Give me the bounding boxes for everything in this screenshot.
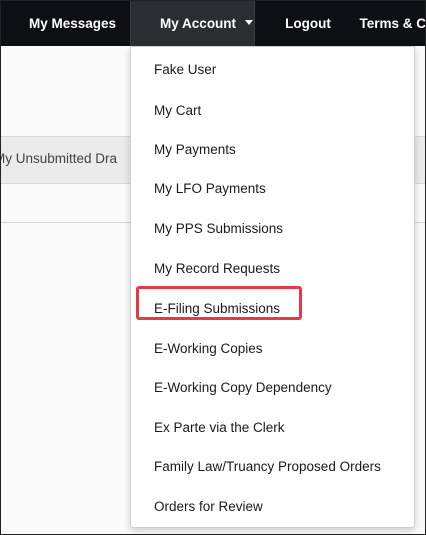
nav-terms[interactable]: Terms & C — [359, 0, 426, 46]
menu-item-my-cart[interactable]: My Cart — [154, 99, 201, 123]
menu-item-ex-parte-via-clerk[interactable]: Ex Parte via the Clerk — [154, 416, 285, 440]
caret-down-icon — [245, 19, 254, 25]
nav-my-messages[interactable]: My Messages — [0, 0, 130, 46]
top-navbar: My Messages My Account Logout Terms & C — [0, 0, 426, 46]
menu-item-e-working-copies[interactable]: E-Working Copies — [154, 337, 263, 361]
menu-item-family-law-truancy[interactable]: Family Law/Truancy Proposed Orders — [154, 455, 381, 479]
menu-item-my-lfo-payments[interactable]: My LFO Payments — [154, 177, 266, 201]
nav-terms-label: Terms & C — [359, 15, 426, 31]
account-dropdown-menu: Fake User My Cart My Payments My LFO Pay… — [130, 46, 415, 528]
menu-item-e-filing-submissions[interactable]: E-Filing Submissions — [154, 297, 280, 321]
nav-my-messages-label: My Messages — [29, 15, 117, 31]
nav-logout[interactable]: Logout — [255, 0, 359, 46]
menu-item-my-pps-submissions[interactable]: My PPS Submissions — [154, 217, 283, 241]
menu-item-fake-user[interactable]: Fake User — [154, 58, 216, 82]
unsubmitted-drafts-tab[interactable]: My Unsubmitted Dra — [0, 151, 117, 166]
menu-item-my-record-requests[interactable]: My Record Requests — [154, 257, 280, 281]
nav-my-account-label: My Account — [160, 15, 237, 31]
nav-logout-label: Logout — [285, 15, 331, 31]
menu-item-orders-for-review[interactable]: Orders for Review — [154, 495, 263, 519]
nav-my-account[interactable]: My Account — [130, 0, 256, 46]
menu-item-my-payments[interactable]: My Payments — [154, 138, 236, 162]
menu-item-e-working-copy-dependency[interactable]: E-Working Copy Dependency — [154, 376, 332, 400]
